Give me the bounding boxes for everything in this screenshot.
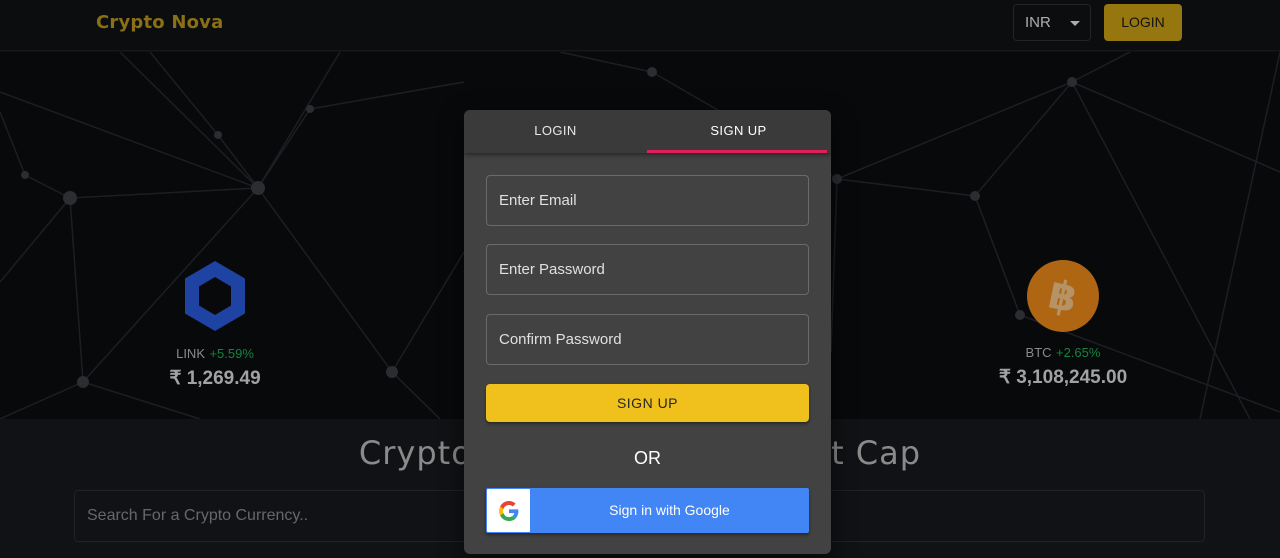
tab-signup[interactable]: SIGN UP xyxy=(647,110,830,153)
google-signin-label: Sign in with Google xyxy=(609,502,730,518)
signup-button[interactable]: SIGN UP xyxy=(486,384,809,422)
google-icon xyxy=(499,501,519,521)
confirm-password-field[interactable]: Confirm Password xyxy=(486,314,809,365)
or-divider: OR xyxy=(634,448,661,468)
google-logo-box xyxy=(487,489,530,532)
google-signin-button[interactable]: Sign in with Google xyxy=(486,488,809,533)
password-field[interactable]: Enter Password xyxy=(486,244,809,295)
auth-tabs: LOGIN SIGN UP xyxy=(464,110,831,153)
tab-login[interactable]: LOGIN xyxy=(464,110,647,153)
page: Crypto Nova INR LOGIN LINK +5.59% ₹ 1,26… xyxy=(0,0,1280,558)
auth-modal: LOGIN SIGN UP Enter Email Enter Password… xyxy=(464,110,831,554)
email-field[interactable]: Enter Email xyxy=(486,175,809,226)
active-tab-indicator xyxy=(647,150,827,153)
